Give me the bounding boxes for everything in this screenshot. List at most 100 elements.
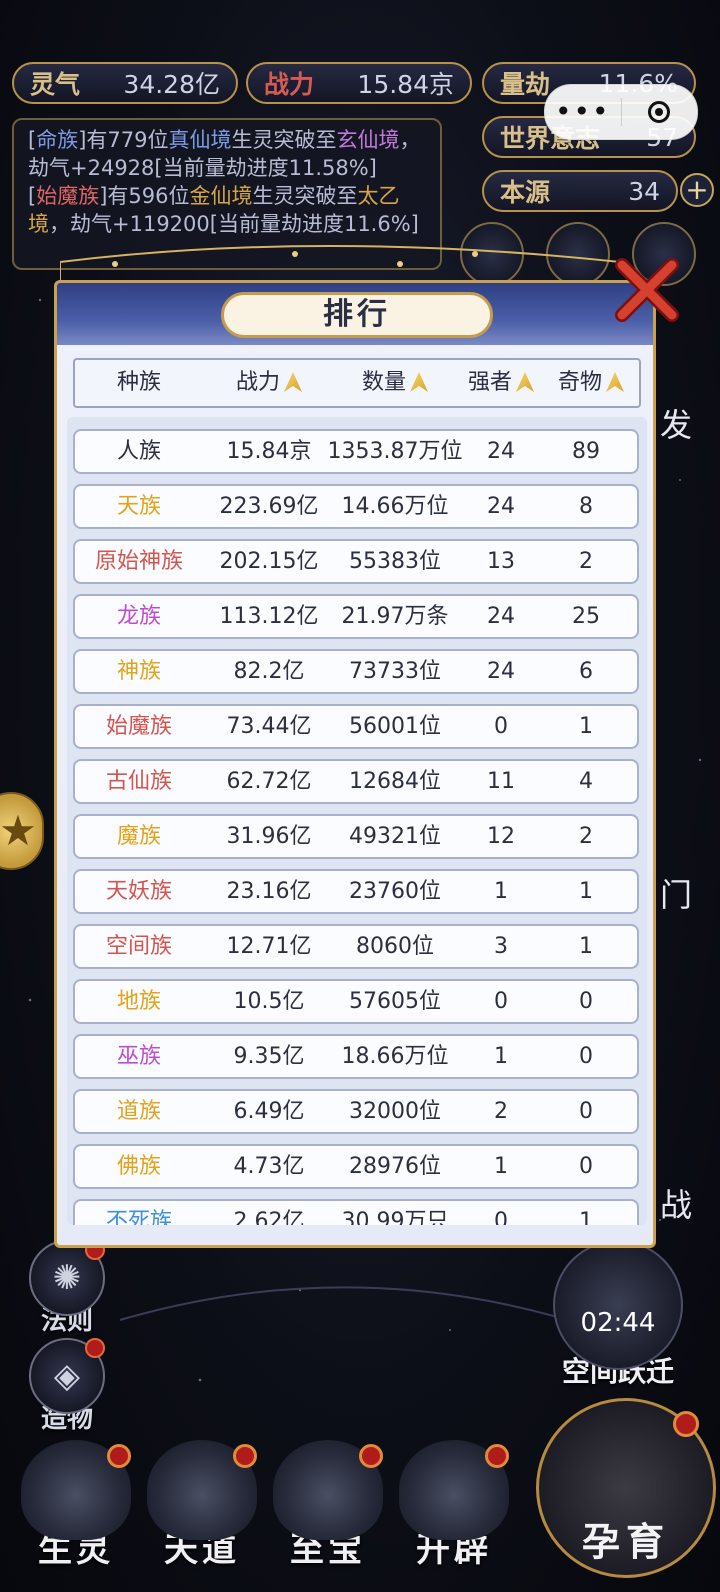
nav-sheng-ling[interactable]: 生灵 xyxy=(16,1440,136,1571)
log-text: ]有596位 xyxy=(99,184,190,208)
zhanli-resource-bar: 战力 15.84京 xyxy=(246,62,472,104)
sort-by-count[interactable]: 数量 xyxy=(325,360,465,406)
treasure-cell: 4 xyxy=(579,769,593,794)
table-row[interactable]: 天族 223.69亿 14.66万位 24 8 xyxy=(73,484,639,529)
ranking-modal: 排行 种族 战力 数量 强者 奇物 人族 15.84京 1353.87万位 24 89 天… xyxy=(54,280,656,1248)
count-cell: 18.66万位 xyxy=(341,1044,449,1069)
nav-yun-yu[interactable]: 孕育 xyxy=(536,1398,716,1578)
power-cell: 202.15亿 xyxy=(219,549,319,574)
count-cell: 55383位 xyxy=(349,549,441,574)
table-row[interactable]: 地族 10.5亿 57605位 0 0 xyxy=(73,979,639,1024)
close-miniprogram-icon[interactable] xyxy=(622,101,698,123)
benyuan-label: 本源 xyxy=(500,178,551,207)
strong-cell: 24 xyxy=(487,604,515,629)
benyuan-add-button[interactable]: + xyxy=(680,173,714,207)
power-cell: 31.96亿 xyxy=(226,824,312,849)
table-row[interactable]: 龙族 113.12亿 21.97万条 24 25 xyxy=(73,594,639,639)
ranking-list[interactable]: 人族 15.84京 1353.87万位 24 89 天族 223.69亿 14.66万位 24 8… xyxy=(67,417,647,1225)
log-text: [ xyxy=(28,184,37,208)
log-race: 命族 xyxy=(36,128,79,152)
treasure-cell: 1 xyxy=(579,934,593,959)
race-cell: 原始神族 xyxy=(94,549,183,574)
zao-wu-button[interactable]: ◈ 造物 xyxy=(24,1338,110,1435)
treasure-cell: 8 xyxy=(579,494,593,519)
table-row[interactable]: 不死族 2.62亿 30.99万只 0 1 xyxy=(73,1199,639,1225)
strong-cell: 0 xyxy=(494,989,508,1014)
table-row[interactable]: 原始神族 202.15亿 55383位 13 2 xyxy=(73,539,639,584)
notification-dot xyxy=(107,1444,131,1468)
table-row[interactable]: 空间族 12.71亿 8060位 3 1 xyxy=(73,924,639,969)
zhanli-label: 战力 xyxy=(264,70,315,99)
race-cell: 始魔族 xyxy=(105,714,172,739)
power-cell: 23.16亿 xyxy=(226,879,312,904)
benyuan-value: 34 xyxy=(628,176,660,206)
log-text: 生灵突破至 xyxy=(252,184,358,208)
power-cell: 113.12亿 xyxy=(219,604,319,629)
header-power-label: 战力 xyxy=(235,370,280,395)
race-cell: 空间族 xyxy=(105,934,172,959)
race-cell: 地族 xyxy=(116,989,161,1014)
header-count-label: 数量 xyxy=(361,370,406,395)
count-cell: 21.97万条 xyxy=(341,604,449,629)
header-treasure-label: 奇物 xyxy=(557,370,602,395)
strong-cell: 1 xyxy=(494,1154,508,1179)
table-row[interactable]: 魔族 31.96亿 49321位 12 2 xyxy=(73,814,639,859)
count-cell: 14.66万位 xyxy=(341,494,449,519)
power-cell: 2.62亿 xyxy=(233,1209,305,1225)
strong-cell: 24 xyxy=(487,439,515,464)
log-line: [命族]有779位真仙境生灵突破至玄仙境，劫气+24928[当前量劫进度11.5… xyxy=(28,126,426,182)
more-menu-icon[interactable]: ••• xyxy=(545,85,621,139)
right-side-button-2[interactable]: 门 xyxy=(660,870,692,916)
pentagram-icon[interactable]: ★ xyxy=(0,792,44,870)
lotus-emblem-icon xyxy=(21,1440,131,1540)
header-strong-label: 强者 xyxy=(467,370,512,395)
treasure-cell: 0 xyxy=(579,1154,593,1179)
nav-tian-dao[interactable]: 天道 xyxy=(142,1440,262,1571)
sort-arrow-icon xyxy=(284,372,302,392)
sort-by-treasure[interactable]: 奇物 xyxy=(541,360,641,406)
notification-dot xyxy=(359,1444,383,1468)
benyuan-resource-bar[interactable]: 本源 34 xyxy=(482,170,678,212)
table-row[interactable]: 人族 15.84京 1353.87万位 24 89 xyxy=(73,429,639,474)
space-jump-button[interactable]: 02:44 空间跃迁 xyxy=(548,1240,688,1390)
nav-kai-pi[interactable]: 开辟 xyxy=(394,1440,514,1571)
right-side-button-3[interactable]: 战 xyxy=(660,1180,692,1226)
sort-arrow-icon xyxy=(606,372,624,392)
log-text: [ xyxy=(28,128,37,152)
right-side-button-1[interactable]: 发 xyxy=(660,400,692,446)
table-row[interactable]: 佛族 4.73亿 28976位 1 0 xyxy=(73,1144,639,1189)
race-cell: 天族 xyxy=(116,494,161,519)
sort-by-power[interactable]: 战力 xyxy=(203,360,335,406)
ranking-table-header: 种族 战力 数量 强者 奇物 xyxy=(73,358,641,408)
nav-zhi-bao[interactable]: 至宝 xyxy=(268,1440,388,1571)
close-icon[interactable] xyxy=(612,255,682,325)
table-row[interactable]: 巫族 9.35亿 18.66万位 1 0 xyxy=(73,1034,639,1079)
table-row[interactable]: 道族 6.49亿 32000位 2 0 xyxy=(73,1089,639,1134)
table-row[interactable]: 神族 82.2亿 73733位 24 6 xyxy=(73,649,639,694)
table-row[interactable]: 天妖族 23.16亿 23760位 1 1 xyxy=(73,869,639,914)
sort-by-strong[interactable]: 强者 xyxy=(461,360,541,406)
space-jump-emblem: 02:44 xyxy=(553,1240,683,1370)
power-cell: 73.44亿 xyxy=(226,714,312,739)
strong-cell: 24 xyxy=(487,659,515,684)
treasure-cell: 0 xyxy=(579,989,593,1014)
race-cell: 不死族 xyxy=(105,1209,172,1225)
fa-ze-button[interactable]: ✺ 法则 xyxy=(24,1240,110,1337)
log-text: ，劫气+119200[当前量劫进度11.6%] xyxy=(49,212,419,236)
power-cell: 9.35亿 xyxy=(233,1044,305,1069)
count-cell: 23760位 xyxy=(349,879,441,904)
table-row[interactable]: 古仙族 62.72亿 12684位 11 4 xyxy=(73,759,639,804)
count-cell: 32000位 xyxy=(349,1099,441,1124)
table-row[interactable]: 始魔族 73.44亿 56001位 0 1 xyxy=(73,704,639,749)
notification-dot xyxy=(85,1338,105,1358)
count-cell: 57605位 xyxy=(349,989,441,1014)
lingqi-label: 灵气 xyxy=(30,70,81,99)
race-cell: 道族 xyxy=(116,1099,161,1124)
race-cell: 古仙族 xyxy=(105,769,172,794)
zao-wu-emblem: ◈ xyxy=(29,1338,105,1414)
count-cell: 12684位 xyxy=(349,769,441,794)
count-cell: 28976位 xyxy=(349,1154,441,1179)
treasure-cell: 0 xyxy=(579,1044,593,1069)
sort-arrow-icon xyxy=(410,372,428,392)
swirl-emblem-icon xyxy=(147,1440,257,1540)
